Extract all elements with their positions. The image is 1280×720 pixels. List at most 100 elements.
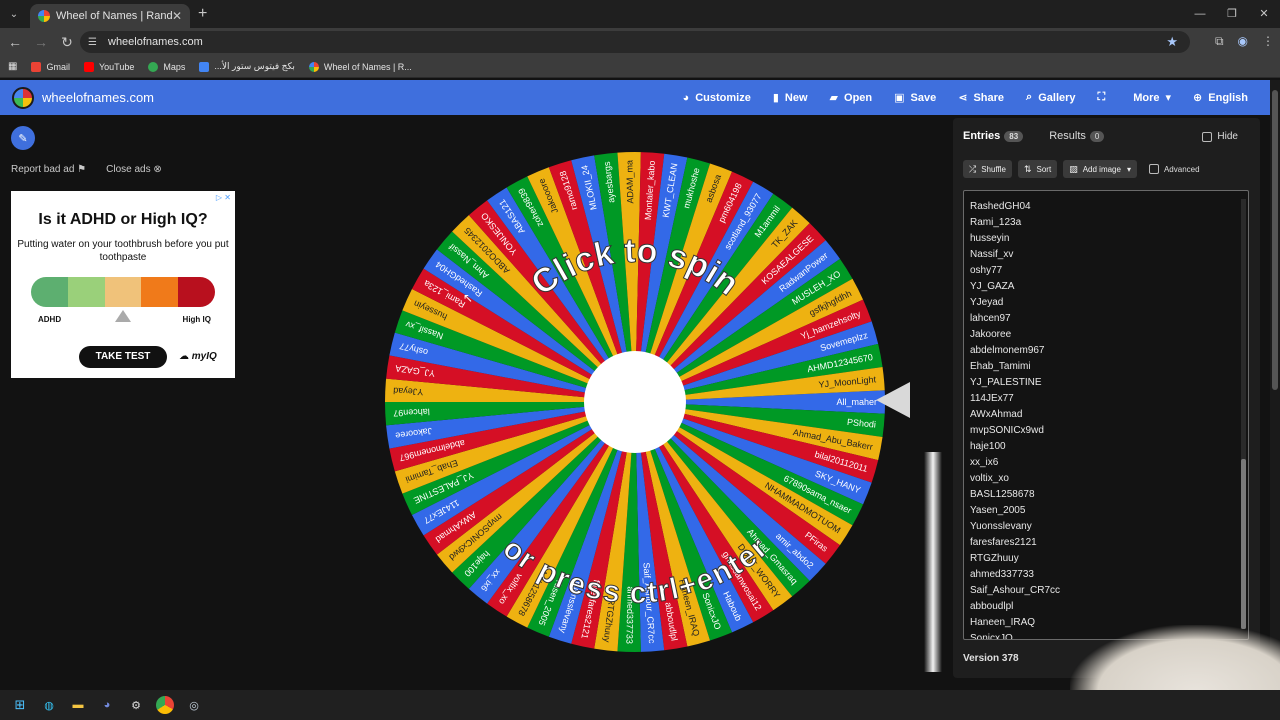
hide-checkbox-box[interactable] <box>1202 131 1213 142</box>
entry-item: Rami_123a <box>970 217 1022 228</box>
sort-button[interactable]: ⇅ Sort <box>1017 160 1058 178</box>
entry-item: 114JEx77 <box>970 393 1014 404</box>
discord-icon[interactable]: ◕ <box>98 696 116 714</box>
share-button[interactable]: ⋖ Share <box>958 91 1004 105</box>
wheel[interactable]: All_maher PShodi Ahmad_Abu_Bakerr bilal2011… <box>382 149 888 655</box>
hide-checkbox[interactable]: Hide <box>1202 131 1238 142</box>
close-circle-icon: ⊗ <box>153 164 162 175</box>
edit-pencil-button[interactable]: ✎ <box>11 126 35 150</box>
bookmarks-bar: ▦ Gmail YouTube Maps ...بكج فيتوس ستور ا… <box>0 56 1280 78</box>
customize-button[interactable]: ◕ Customize <box>683 92 751 104</box>
close-ads-link[interactable]: Close ads ⊗ <box>106 164 162 175</box>
ad-scale-segment <box>141 277 179 307</box>
wheel-slice-label: All_maher <box>836 397 877 407</box>
bookmark-arabic[interactable]: ...بكج فيتوس ستور الأ <box>199 61 295 72</box>
results-count-badge: 0 <box>1089 130 1105 142</box>
apps-grid-icon[interactable]: ▦ <box>8 61 17 72</box>
add-image-button[interactable]: ▨ Add image ▾ <box>1063 160 1137 178</box>
tab-results[interactable]: Results 0 <box>1049 130 1105 142</box>
entries-scrollbar-thumb[interactable] <box>1241 459 1246 629</box>
adchoices-icon[interactable]: ▷ ✕ <box>216 193 231 202</box>
image-icon: ▨ <box>1069 163 1078 174</box>
open-button[interactable]: ▰ Open <box>829 91 873 105</box>
globe-icon: ⊕ <box>1193 92 1203 104</box>
entry-item: RTGZhuuy <box>970 553 1019 564</box>
windows-taskbar: ⊞ ◍ ▬ ◕ ⚙ ◎ <box>0 690 1280 720</box>
entry-item: RashedGH04 <box>970 201 1031 212</box>
chrome-icon[interactable] <box>156 696 174 714</box>
browser-tab-active[interactable]: Wheel of Names | Random nam ✕ <box>30 4 190 28</box>
entries-textarea[interactable]: RashedGH04 Rami_123a husseyin Nassif_xv oshy… <box>963 190 1249 640</box>
forward-arrow-icon[interactable]: → <box>30 34 52 50</box>
wheel-favicon-icon <box>308 61 319 72</box>
entry-item: abdelmonem967 <box>970 345 1045 356</box>
advanced-checkbox[interactable]: Advanced <box>1148 160 1200 178</box>
tab-title: Wheel of Names | Random nam <box>56 10 172 22</box>
header-menu: ◕ Customize ▮ New ▰ Open ▣ Save ⋖ Share ⌕ Gall… <box>683 80 1270 115</box>
folder-icon: ▰ <box>829 92 839 104</box>
wheel-slice-label: YJeyad <box>393 386 423 397</box>
restore-icon[interactable]: ❐ <box>1216 0 1248 28</box>
page-scrollbar[interactable] <box>1270 80 1280 680</box>
bookmark-wheel[interactable]: Wheel of Names | R... <box>308 61 412 72</box>
tab-search-chevron-icon[interactable]: ⌄ <box>4 4 24 24</box>
entries-scrollbar[interactable] <box>1241 199 1246 629</box>
settings-gear-icon[interactable]: ⚙ <box>127 696 145 714</box>
entry-item: oshy77 <box>970 265 1003 276</box>
close-window-icon[interactable]: ✕ <box>1248 0 1280 28</box>
wheel-center-hub[interactable] <box>584 351 686 453</box>
url-text: wheelofnames.com <box>108 36 203 48</box>
reload-icon[interactable]: ↻ <box>56 34 78 51</box>
more-button[interactable]: More ▾ <box>1133 91 1171 105</box>
minimize-icon[interactable]: — <box>1184 0 1216 28</box>
entries-panel: Entries 83 Results 0 Hide ⤮ Shuffle ⇅ Sort ▨… <box>953 118 1260 678</box>
advertisement[interactable]: ▷ ✕ Is it ADHD or High IQ? Putting water… <box>11 191 235 378</box>
steam-icon[interactable]: ◎ <box>185 696 203 714</box>
ad-scale-segment <box>67 277 105 307</box>
back-arrow-icon[interactable]: ← <box>4 34 26 50</box>
bookmark-gmail[interactable]: Gmail <box>31 61 70 72</box>
new-button[interactable]: ▮ New <box>773 91 808 105</box>
language-button[interactable]: ⊕ English <box>1193 91 1248 105</box>
take-test-button[interactable]: TAKE TEST <box>79 346 167 368</box>
wheel-svg[interactable]: All_maherPShodiAhmad_Abu_Bakerrbilal2011… <box>382 149 888 655</box>
entry-item: mvpSONICx9wd <box>970 425 1044 436</box>
ad-brand: ☁ myIQ <box>179 351 217 362</box>
site-title[interactable]: wheelofnames.com <box>42 90 154 105</box>
entry-item: haje100 <box>970 441 1006 452</box>
bookmark-star-icon[interactable]: ★ <box>1166 34 1178 50</box>
page-scrollbar-thumb[interactable] <box>1272 90 1278 390</box>
save-button[interactable]: ▣ Save <box>894 91 936 105</box>
gallery-button[interactable]: ⌕ Gallery <box>1026 91 1075 104</box>
shuffle-button[interactable]: ⤮ Shuffle <box>963 160 1012 178</box>
extensions-icon[interactable]: ⧉ <box>1215 34 1224 49</box>
advanced-checkbox-box[interactable] <box>1148 164 1159 174</box>
address-bar[interactable]: ☰ wheelofnames.com ★ <box>80 31 1190 53</box>
edge-icon[interactable]: ◍ <box>40 696 58 714</box>
report-bad-ad-link[interactable]: Report bad ad ⚑ <box>11 164 86 175</box>
ad-headline: Is it ADHD or High IQ? <box>38 211 208 228</box>
site-info-icon[interactable]: ☰ <box>88 37 100 48</box>
bookmark-maps[interactable]: Maps <box>148 61 185 72</box>
entry-item: lahcen97 <box>970 313 1011 324</box>
bookmark-youtube[interactable]: YouTube <box>83 61 134 72</box>
browser-menu-icon[interactable]: ⋮ <box>1262 34 1274 49</box>
entry-item: YJeyad <box>970 297 1004 308</box>
site-logo-icon[interactable] <box>12 86 34 109</box>
tab-close-icon[interactable]: ✕ <box>172 9 182 23</box>
entry-item: AWxAhmad <box>970 409 1023 420</box>
new-tab-plus-icon[interactable]: + <box>198 5 207 23</box>
palette-icon: ◕ <box>682 91 690 104</box>
profile-icon[interactable]: ◉ <box>1238 34 1248 49</box>
ad-scale-segment <box>104 277 142 307</box>
wheel-slice-label: ADAM_ma <box>624 160 635 204</box>
shuffle-icon: ⤮ <box>969 163 977 174</box>
ad-label-highiq: High IQ <box>182 315 211 324</box>
chevron-down-icon: ▾ <box>1126 164 1131 174</box>
file-explorer-icon[interactable]: ▬ <box>69 696 87 714</box>
ad-scale-pointer-icon <box>115 310 131 322</box>
windows-start-icon[interactable]: ⊞ <box>11 696 29 714</box>
fullscreen-button[interactable]: ⛶ <box>1098 91 1112 104</box>
entry-item: BASL1258678 <box>970 489 1035 500</box>
tab-entries[interactable]: Entries 83 <box>963 130 1024 142</box>
